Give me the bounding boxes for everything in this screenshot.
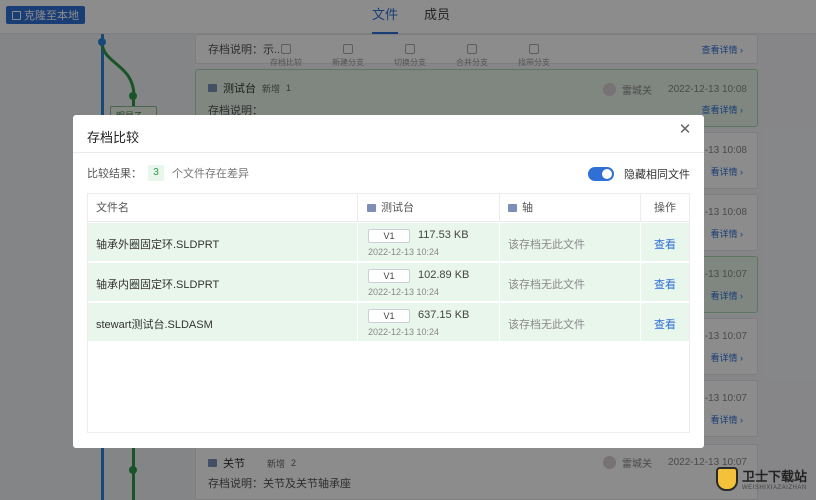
cell-divider: [640, 263, 641, 302]
cell-divider: [499, 263, 500, 302]
toggle-label: 隐藏相同文件: [624, 169, 690, 181]
cell-divider: [357, 223, 358, 262]
version-badge: V1: [368, 269, 410, 283]
table-header: 文件名 测试台 轴 操作: [88, 194, 689, 222]
cell-divider: [640, 223, 641, 262]
file-name: 轴承内圈固定环.SLDPRT: [96, 279, 220, 291]
missing-file-text: 该存档无此文件: [508, 319, 585, 331]
view-file-link[interactable]: 查看: [654, 276, 676, 292]
view-file-link[interactable]: 查看: [654, 236, 676, 252]
cell-divider: [357, 263, 358, 302]
compare-table: 文件名 测试台 轴 操作 轴承外圈固定环.SLDPRT V1 117.53 KB…: [87, 193, 690, 433]
compare-result-summary: 比较结果： 3 个文件存在差异: [87, 165, 249, 181]
view-file-link[interactable]: 查看: [654, 316, 676, 332]
file-size: 117.53 KB: [418, 229, 469, 241]
watermark-subtitle: WEISHIXIAZAIZHAN: [742, 485, 807, 491]
file-name: 轴承外圈固定环.SLDPRT: [96, 239, 220, 251]
archive-icon: [367, 204, 376, 212]
result-label: 比较结果：: [87, 168, 142, 180]
archive-icon: [508, 204, 517, 212]
version-badge: V1: [368, 229, 410, 243]
shield-logo-icon: [716, 466, 738, 491]
close-icon[interactable]: ✕: [678, 122, 692, 137]
column-divider: [640, 194, 641, 222]
site-watermark: 卫士下载站 WEISHIXIAZAIZHAN: [716, 466, 807, 491]
dialog-title: 存档比较: [87, 130, 140, 145]
file-size: 637.15 KB: [418, 309, 470, 321]
file-name: stewart测试台.SLDASM: [96, 319, 213, 331]
toggle-knob: [602, 169, 612, 179]
missing-file-text: 该存档无此文件: [508, 279, 585, 291]
compare-archive-dialog: 存档比较 ✕ 比较结果： 3 个文件存在差异 隐藏相同文件 文件名 测试台 轴 …: [73, 115, 704, 448]
column-header-file: 文件名: [96, 202, 129, 214]
column-header-right-archive: 轴: [508, 194, 533, 222]
dialog-divider: [73, 152, 704, 153]
missing-file-text: 该存档无此文件: [508, 239, 585, 251]
header-text: 测试台: [381, 202, 414, 214]
hide-same-files-toggle[interactable]: [588, 167, 614, 181]
cell-divider: [357, 303, 358, 342]
table-row: 轴承内圈固定环.SLDPRT V1 102.89 KB 2022-12-13 1…: [88, 263, 689, 302]
file-date: 2022-12-13 10:24: [368, 327, 440, 337]
header-text: 轴: [522, 202, 533, 214]
version-badge: V1: [368, 309, 410, 323]
column-divider: [499, 194, 500, 222]
watermark-title: 卫士下载站: [742, 469, 808, 484]
hide-same-files-control: 隐藏相同文件: [588, 166, 690, 182]
watermark-text: 卫士下载站 WEISHIXIAZAIZHAN: [742, 466, 807, 491]
result-note: 个文件存在差异: [172, 168, 249, 180]
file-date: 2022-12-13 10:24: [368, 247, 440, 257]
cell-divider: [640, 303, 641, 342]
column-header-action: 操作: [654, 202, 676, 214]
table-row: 轴承外圈固定环.SLDPRT V1 117.53 KB 2022-12-13 1…: [88, 223, 689, 262]
cell-divider: [499, 223, 500, 262]
file-date: 2022-12-13 10:24: [368, 287, 440, 297]
table-row: stewart测试台.SLDASM V1 637.15 KB 2022-12-1…: [88, 303, 689, 342]
column-divider: [357, 194, 358, 222]
column-header-left-archive: 测试台: [367, 194, 414, 222]
cell-divider: [499, 303, 500, 342]
result-count-badge: 3: [148, 165, 164, 181]
file-size: 102.89 KB: [418, 269, 470, 281]
